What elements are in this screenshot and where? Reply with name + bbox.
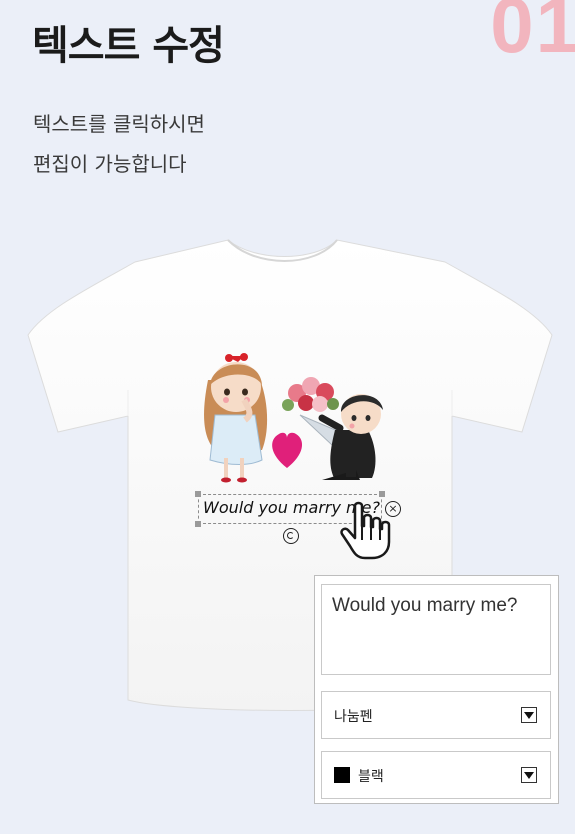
description-line-1: 텍스트를 클릭하시면 <box>33 112 205 136</box>
color-swatch <box>334 767 350 783</box>
chevron-down-icon[interactable] <box>521 767 537 783</box>
step-number: 01 <box>490 0 575 69</box>
text-input[interactable]: Would you marry me? <box>321 584 551 675</box>
font-select[interactable]: 나눔펜 <box>321 691 551 739</box>
resize-handle-top-right[interactable] <box>379 491 385 497</box>
color-select-label: 블랙 <box>358 769 384 785</box>
resize-handle-bottom-left[interactable] <box>195 521 201 527</box>
page-title: 텍스트 수정 <box>32 23 225 69</box>
description-line-2: 편집이 가능합니다 <box>33 152 187 176</box>
color-select[interactable]: 블랙 <box>321 751 551 799</box>
hand-cursor-icon <box>340 501 391 560</box>
rotate-icon[interactable] <box>283 528 299 544</box>
font-select-label: 나눔펜 <box>334 709 373 725</box>
resize-handle-top-left[interactable] <box>195 491 201 497</box>
chevron-down-icon[interactable] <box>521 707 537 723</box>
editor-panel: Would you marry me? 나눔펜 블랙 <box>314 575 559 804</box>
